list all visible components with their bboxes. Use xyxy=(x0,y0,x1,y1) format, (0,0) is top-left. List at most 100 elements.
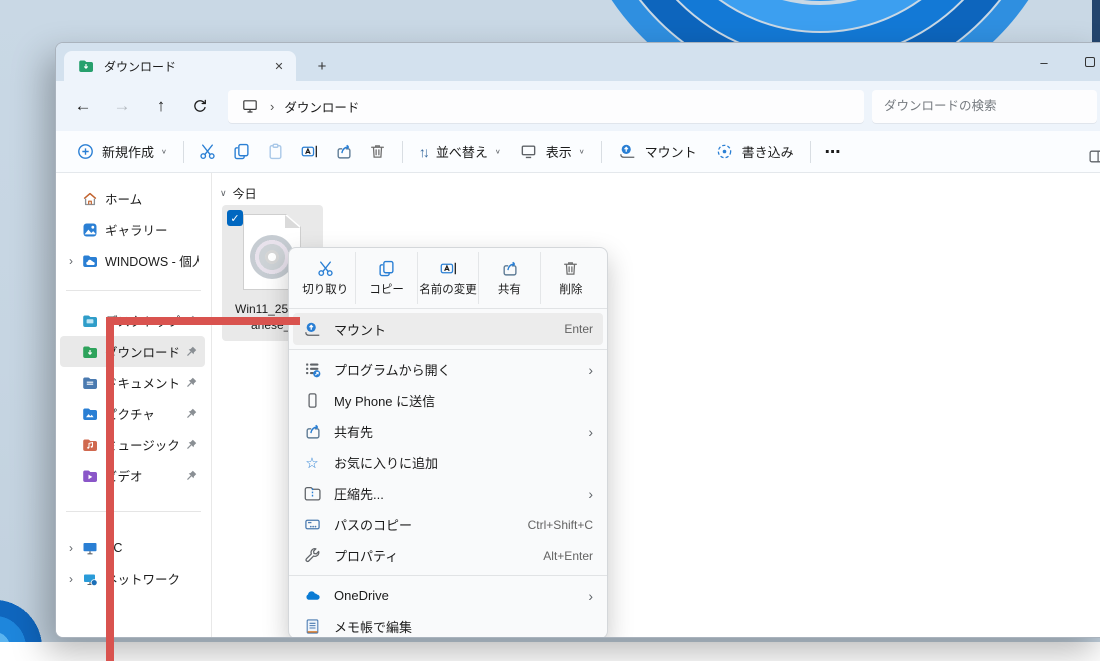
sidebar-item-home[interactable]: ホーム xyxy=(60,183,205,214)
open-with-icon xyxy=(303,361,321,378)
menu-send-to-phone-item[interactable]: My Phone に送信 xyxy=(293,385,603,416)
share-button[interactable] xyxy=(327,137,361,166)
mount-button[interactable]: マウント xyxy=(609,136,706,167)
view-button[interactable]: 表示 ∨ xyxy=(510,136,594,167)
menu-item-label: 圧縮先... xyxy=(334,484,575,503)
menu-rename-button[interactable]: 名前の変更 xyxy=(418,252,479,304)
sidebar-item-label: ギャラリー xyxy=(105,220,199,239)
pin-icon xyxy=(183,437,199,453)
phone-icon xyxy=(303,392,321,409)
paste-button[interactable] xyxy=(259,137,293,166)
address-bar[interactable]: › ダウンロード xyxy=(228,90,864,123)
minimize-button[interactable]: – xyxy=(1021,43,1067,81)
menu-divider xyxy=(289,575,607,576)
menu-edit-notepad-item[interactable]: メモ帳で編集 xyxy=(293,611,603,638)
rename-button[interactable] xyxy=(293,137,327,166)
menu-share-button[interactable]: 共有 xyxy=(479,252,540,304)
new-tab-button[interactable]: + xyxy=(310,54,334,78)
breadcrumb[interactable]: ダウンロード xyxy=(284,97,359,116)
refresh-button[interactable] xyxy=(183,89,217,123)
sidebar-item-onedrive[interactable]: › WINDOWS - 個人用 xyxy=(60,245,205,276)
menu-mount-item[interactable]: マウント Enter xyxy=(293,313,603,345)
cut-icon xyxy=(198,143,218,160)
sidebar-item-label: PC xyxy=(105,541,199,555)
menu-item-shortcut: Ctrl+Shift+C xyxy=(528,518,593,532)
onedrive-cloud-icon xyxy=(303,587,321,604)
tab-close-icon[interactable]: ✕ xyxy=(270,57,288,75)
share-icon xyxy=(500,260,518,277)
sidebar-item-downloads[interactable]: ダウンロード xyxy=(60,336,205,367)
pin-icon xyxy=(183,406,199,422)
menu-copy-label: コピー xyxy=(369,281,404,297)
chevron-down-icon: ∨ xyxy=(161,148,167,155)
delete-button[interactable] xyxy=(361,137,395,166)
search-box[interactable] xyxy=(872,90,1097,123)
pc-icon xyxy=(80,539,100,556)
submenu-chevron-icon: › xyxy=(588,588,593,604)
home-icon xyxy=(80,190,100,207)
new-label: 新規作成 xyxy=(102,142,154,161)
this-pc-icon xyxy=(240,98,260,115)
menu-properties-item[interactable]: プロパティ Alt+Enter xyxy=(293,540,603,571)
burn-button[interactable]: 書き込み xyxy=(706,136,803,167)
tab-downloads[interactable]: ダウンロード ✕ xyxy=(64,51,296,81)
trash-icon xyxy=(368,143,388,160)
sidebar-item-pictures[interactable]: ピクチャ xyxy=(60,398,205,429)
cut-icon xyxy=(316,260,334,277)
group-header-today[interactable]: ∨ 今日 xyxy=(220,185,257,202)
sidebar-item-documents[interactable]: ドキュメント xyxy=(60,367,205,398)
chevron-right-icon[interactable]: › xyxy=(62,572,80,586)
back-button[interactable]: ← xyxy=(66,89,100,123)
menu-open-with-item[interactable]: プログラムから開く › xyxy=(293,354,603,385)
more-options-button[interactable]: ⋯ xyxy=(818,136,848,168)
menu-mount-label: マウント xyxy=(334,320,551,339)
sidebar-divider xyxy=(66,290,201,291)
cut-button[interactable] xyxy=(191,137,225,166)
menu-compress-item[interactable]: 圧縮先... › xyxy=(293,478,603,509)
menu-delete-button[interactable]: 削除 xyxy=(541,252,601,304)
paste-icon xyxy=(266,143,286,160)
sort-button[interactable]: ↑↓ 並べ替え ∨ xyxy=(410,136,510,167)
forward-button[interactable]: → xyxy=(105,89,139,123)
sidebar-item-label: ピクチャ xyxy=(105,404,183,423)
sidebar-item-pc[interactable]: › PC xyxy=(60,532,205,563)
menu-copy-button[interactable]: コピー xyxy=(356,252,417,304)
sidebar-item-videos[interactable]: ビデオ xyxy=(60,460,205,491)
chevron-right-icon[interactable]: › xyxy=(62,541,80,555)
selection-checkbox[interactable]: ✓ xyxy=(227,210,243,226)
sidebar-item-music[interactable]: ミュージック xyxy=(60,429,205,460)
new-button[interactable]: 新規作成 ∨ xyxy=(66,136,176,167)
menu-cut-button[interactable]: 切り取り xyxy=(295,252,356,304)
mount-label: マウント xyxy=(645,142,697,161)
menu-divider xyxy=(289,349,607,350)
submenu-chevron-icon: › xyxy=(588,362,593,378)
submenu-chevron-icon: › xyxy=(588,486,593,502)
copy-button[interactable] xyxy=(225,137,259,166)
downloads-folder-icon xyxy=(80,343,100,360)
menu-share-to-item[interactable]: 共有先 › xyxy=(293,416,603,447)
menu-divider xyxy=(289,308,607,309)
zip-folder-icon xyxy=(303,485,321,502)
menu-cut-label: 切り取り xyxy=(302,281,348,297)
maximize-button[interactable] xyxy=(1067,43,1100,81)
search-input[interactable] xyxy=(884,99,1085,113)
burn-label: 書き込み xyxy=(742,142,794,161)
mount-icon xyxy=(618,143,638,160)
maximize-icon xyxy=(1085,57,1095,67)
sidebar-item-network[interactable]: › ネットワーク xyxy=(60,563,205,594)
sidebar-item-label: ミュージック xyxy=(105,435,183,454)
sidebar-item-label: ドキュメント xyxy=(105,373,183,392)
view-label: 表示 xyxy=(546,142,572,161)
menu-onedrive-item[interactable]: OneDrive › xyxy=(293,580,603,611)
chevron-right-icon[interactable]: › xyxy=(62,254,80,268)
wallpaper-edge xyxy=(1092,0,1100,46)
preview-pane-button[interactable] xyxy=(1079,142,1100,171)
command-toolbar: 新規作成 ∨ xyxy=(56,131,1100,173)
menu-share-label: 共有 xyxy=(498,281,521,297)
up-button[interactable]: ↑ xyxy=(144,89,178,123)
menu-add-favorites-item[interactable]: ☆ お気に入りに追加 xyxy=(293,447,603,478)
sidebar-item-gallery[interactable]: ギャラリー xyxy=(60,214,205,245)
downloads-folder-icon xyxy=(76,58,96,75)
rename-icon xyxy=(300,143,320,160)
menu-copy-path-item[interactable]: パスのコピー Ctrl+Shift+C xyxy=(293,509,603,540)
